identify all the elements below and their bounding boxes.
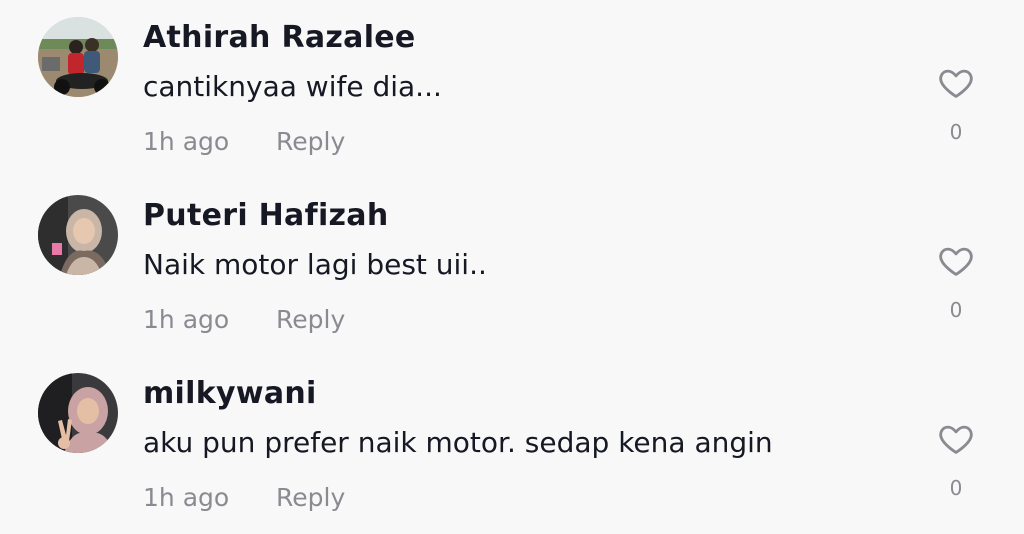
like-count: 0 <box>949 476 963 500</box>
comment-text: aku pun prefer naik motor. sedap kena an… <box>143 426 773 459</box>
comment-text: cantiknyaa wife dia... <box>143 70 442 103</box>
avatar-photo-icon <box>38 373 118 453</box>
comment-item: Athirah Razalee cantiknyaa wife dia... 1… <box>0 0 1024 178</box>
like-count: 0 <box>949 120 963 144</box>
comment-text: Naik motor lagi best uii.. <box>143 248 487 281</box>
avatar[interactable] <box>38 17 118 97</box>
heart-icon <box>939 69 973 98</box>
like-button[interactable]: 0 <box>930 64 982 148</box>
avatar[interactable] <box>38 195 118 275</box>
avatar-photo-icon <box>38 17 118 97</box>
comment-timestamp: 1h ago <box>143 483 230 512</box>
like-count: 0 <box>949 298 963 322</box>
comment-username[interactable]: Athirah Razalee <box>143 20 416 55</box>
comment-item: Puteri Hafizah Naik motor lagi best uii.… <box>0 178 1024 356</box>
heart-icon <box>939 247 973 276</box>
like-button[interactable]: 0 <box>930 420 982 504</box>
heart-icon <box>939 425 973 454</box>
reply-button[interactable]: Reply <box>276 305 345 334</box>
comment-username[interactable]: milkywani <box>143 376 317 411</box>
comment-timestamp: 1h ago <box>143 305 230 334</box>
reply-button[interactable]: Reply <box>276 127 345 156</box>
avatar-photo-icon <box>38 195 118 275</box>
comment-timestamp: 1h ago <box>143 127 230 156</box>
comment-username[interactable]: Puteri Hafizah <box>143 198 389 233</box>
avatar[interactable] <box>38 373 118 453</box>
reply-button[interactable]: Reply <box>276 483 345 512</box>
like-button[interactable]: 0 <box>930 242 982 326</box>
comment-item: milkywani aku pun prefer naik motor. sed… <box>0 356 1024 534</box>
